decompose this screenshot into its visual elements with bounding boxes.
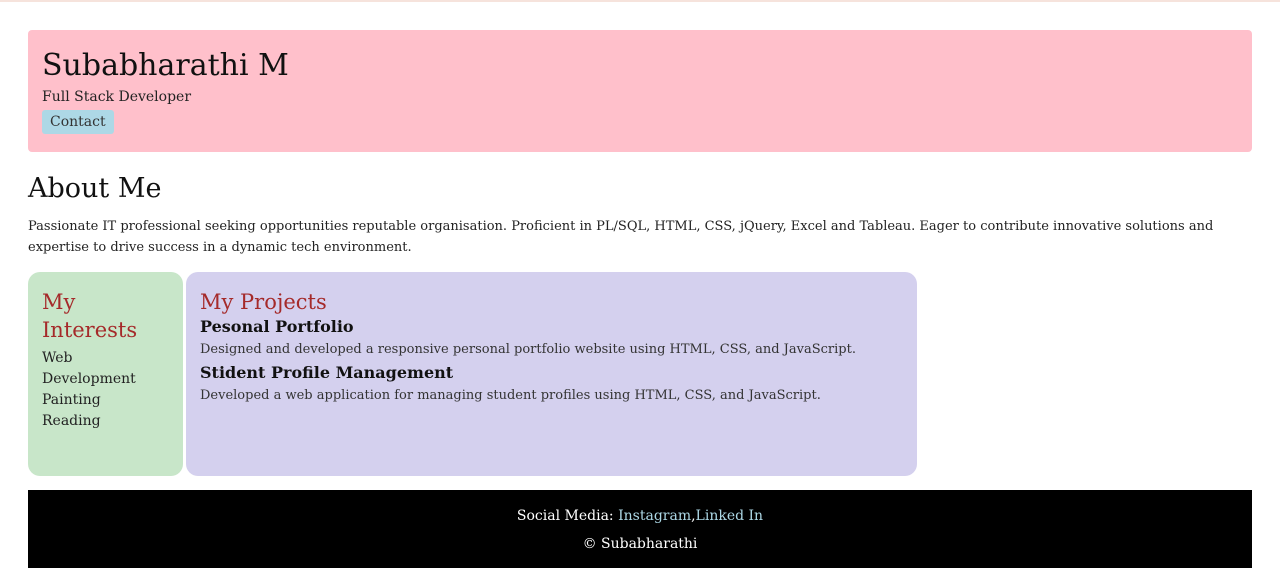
profile-header: Subabharathi M Full Stack Developer Cont… <box>28 30 1252 152</box>
project-description: Designed and developed a responsive pers… <box>200 342 856 357</box>
project-name: Pesonal Portfolio <box>200 317 354 336</box>
interest-item: Web Development <box>42 350 136 387</box>
project-item: Stident Profile Management Developed a w… <box>200 362 903 406</box>
copyright-text: © Subabharathi <box>582 536 698 552</box>
social-media-label: Social Media: <box>516 508 614 524</box>
project-item: Pesonal Portfolio Designed and developed… <box>200 316 903 360</box>
interests-list: Web Development Painting Reading <box>42 348 169 432</box>
about-text: Passionate IT professional seeking oppor… <box>28 219 1214 255</box>
about-section: About Me Passionate IT professional seek… <box>28 172 1252 258</box>
about-title: About Me <box>28 173 162 204</box>
interest-item: Painting <box>42 392 101 408</box>
profile-name: Subabharathi M <box>42 48 289 83</box>
projects-title: My Projects <box>200 290 327 314</box>
page-footer: Social Media: Instagram,Linked In © Suba… <box>28 490 1252 568</box>
project-name: Stident Profile Management <box>200 363 454 382</box>
projects-card: My Projects Pesonal Portfolio Designed a… <box>186 272 917 476</box>
interests-card: My Interests Web Development Painting Re… <box>28 272 183 476</box>
instagram-link[interactable]: Instagram <box>618 508 691 524</box>
linkedin-link[interactable]: Linked In <box>696 508 764 524</box>
social-media-line: Social Media: Instagram,Linked In <box>28 506 1252 526</box>
top-border <box>0 0 1280 2</box>
interests-title: My Interests <box>42 290 138 342</box>
project-description: Developed a web application for managing… <box>200 388 821 403</box>
cards-row: My Interests Web Development Painting Re… <box>28 272 1252 476</box>
profile-role: Full Stack Developer <box>42 89 192 105</box>
interest-item: Reading <box>42 413 101 429</box>
page-content: Subabharathi M Full Stack Developer Cont… <box>28 30 1252 568</box>
contact-button[interactable]: Contact <box>42 110 114 134</box>
